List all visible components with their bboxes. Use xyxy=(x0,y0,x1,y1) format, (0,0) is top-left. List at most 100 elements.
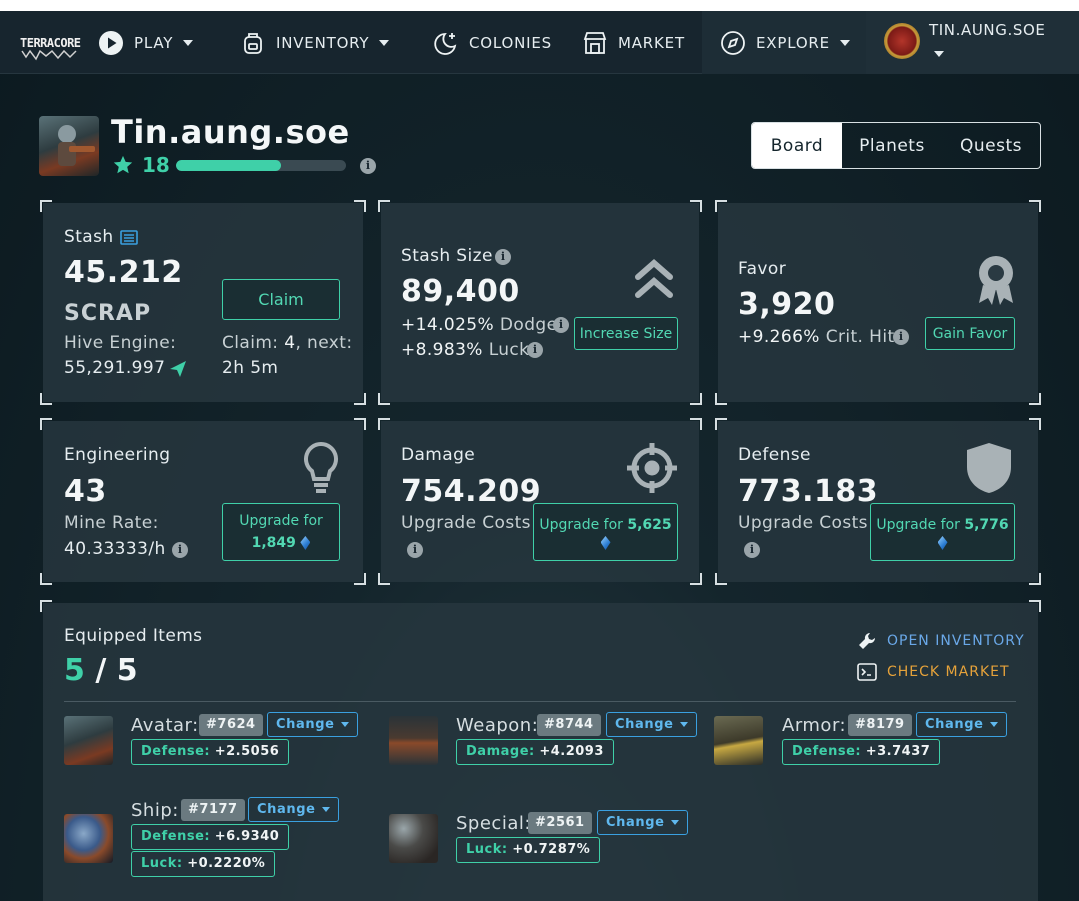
stash-unit: SCRAP xyxy=(64,301,152,326)
gain-favor-button[interactable]: Gain Favor xyxy=(925,317,1015,350)
user-avatar xyxy=(884,23,920,59)
double-chevron-up-icon xyxy=(635,259,673,298)
stat-badge: Defense: +6.9340 xyxy=(131,824,290,850)
info-icon[interactable]: i xyxy=(495,249,511,265)
terminal-icon xyxy=(857,663,877,681)
stat-value: +4.2093 xyxy=(539,744,604,759)
damage-cost-label: Upgrade Costs xyxy=(401,513,531,533)
upgrade-label: Upgrade for xyxy=(239,513,323,529)
defense-card: Defense 773.183 Upgrade Costs i Upgrade … xyxy=(715,418,1041,585)
avatar-thumbnail[interactable] xyxy=(64,716,113,765)
slot-name-special: Special: xyxy=(456,813,531,834)
engineering-title: Engineering xyxy=(64,445,171,465)
nav-inventory[interactable]: INVENTORY xyxy=(240,11,390,74)
info-icon[interactable]: i xyxy=(360,158,376,174)
info-icon[interactable]: i xyxy=(407,542,423,558)
luck-value: +8.983% xyxy=(401,340,483,360)
hive-engine-label: Hive Engine: xyxy=(64,333,177,353)
user-menu[interactable]: TIN.AUNG.SOE xyxy=(866,11,1079,74)
upgrade-defense-button[interactable]: Upgrade for 5,776 xyxy=(870,503,1015,561)
chevron-down-icon xyxy=(321,807,330,812)
change-ship-button[interactable]: Change xyxy=(248,797,339,822)
chevron-down-icon xyxy=(379,39,390,46)
stash-size-value: 89,400 xyxy=(401,274,520,309)
damage-title: Damage xyxy=(401,445,476,465)
info-icon[interactable]: i xyxy=(553,317,569,333)
item-id-badge: #8179 xyxy=(848,714,912,736)
chevron-down-icon xyxy=(989,722,998,727)
weapon-thumbnail[interactable] xyxy=(389,716,438,765)
chevron-down-icon xyxy=(679,722,688,727)
user-name: TIN.AUNG.SOE xyxy=(929,21,1046,39)
increase-size-button[interactable]: Increase Size xyxy=(574,317,678,350)
upgrade-engineering-button[interactable]: Upgrade for 1,849 xyxy=(222,503,340,561)
engineering-card: Engineering 43 Mine Rate: 40.33333/h i U… xyxy=(40,418,366,585)
tab-board[interactable]: Board xyxy=(752,123,842,168)
nav-explore[interactable]: EXPLORE xyxy=(702,11,866,74)
defense-title: Defense xyxy=(738,445,811,465)
change-avatar-button[interactable]: Change xyxy=(267,712,358,737)
check-market-link[interactable]: CHECK MARKET xyxy=(857,663,1010,681)
upgrade-label: Upgrade for xyxy=(539,517,623,533)
list-icon[interactable] xyxy=(120,230,138,245)
change-weapon-button[interactable]: Change xyxy=(606,712,697,737)
profile-name: Tin.aung.soe xyxy=(111,113,350,151)
crit-label: Crit. Hit xyxy=(825,327,895,347)
flux-gem-icon xyxy=(300,536,311,550)
stash-value: 45.212 xyxy=(64,255,183,290)
info-icon[interactable]: i xyxy=(744,542,760,558)
nav-colonies[interactable]: COLONIES xyxy=(431,11,552,74)
info-icon[interactable]: i xyxy=(893,329,909,345)
open-inventory-link[interactable]: OPEN INVENTORY xyxy=(857,631,1025,651)
upgrade-amount: 1,849 xyxy=(251,535,296,551)
special-thumbnail[interactable] xyxy=(389,814,438,863)
nav-play[interactable]: PLAY xyxy=(98,11,194,74)
nav-market[interactable]: MARKET xyxy=(582,11,685,74)
claim-info: Claim: 4, next: xyxy=(222,333,352,353)
stat-value: +3.7437 xyxy=(865,744,931,759)
equipped-title: Equipped Items xyxy=(64,626,203,646)
chevron-down-icon xyxy=(934,51,944,57)
stat-badge: Luck: +0.2220% xyxy=(131,851,276,877)
open-inventory-label: OPEN INVENTORY xyxy=(887,633,1025,649)
luck-label: Luck xyxy=(488,340,530,360)
upgrade-label: Upgrade for xyxy=(876,517,960,533)
tab-planets[interactable]: Planets xyxy=(842,123,942,168)
moon-stars-icon xyxy=(434,32,457,55)
change-special-button[interactable]: Change xyxy=(597,810,688,835)
equipped-divider xyxy=(64,701,1016,702)
ship-thumbnail[interactable] xyxy=(64,814,113,863)
dodge-value: +14.025% xyxy=(401,315,495,335)
info-icon[interactable]: i xyxy=(172,542,188,558)
chevron-down-icon xyxy=(183,39,194,46)
stash-size-card: Stash Size i 89,400 +14.025% Dodge i +8.… xyxy=(378,200,702,405)
flux-gem-icon xyxy=(937,536,948,550)
send-icon[interactable] xyxy=(169,360,187,378)
info-icon[interactable]: i xyxy=(527,342,543,358)
change-label: Change xyxy=(925,717,984,732)
change-armor-button[interactable]: Change xyxy=(916,712,1007,737)
claim-time: 2h 5m xyxy=(222,358,279,378)
claim-label: Claim: xyxy=(222,333,279,353)
svg-text:TERRACORE: TERRACORE xyxy=(20,36,81,50)
tab-quests[interactable]: Quests xyxy=(942,123,1040,168)
top-nav: TERRACORE PLAY INVENTORY COLONIES MARKET… xyxy=(0,11,1079,74)
stat-key: Luck: xyxy=(466,842,508,857)
change-label: Change xyxy=(257,802,316,817)
slot-name-avatar: Avatar: xyxy=(131,715,199,736)
armor-thumbnail[interactable] xyxy=(714,716,763,765)
crosshair-icon xyxy=(627,443,677,493)
item-id-badge: #7177 xyxy=(181,799,245,821)
terracore-logo[interactable]: TERRACORE xyxy=(18,23,82,61)
nav-play-label: PLAY xyxy=(134,33,174,52)
stash-size-title: Stash Size xyxy=(401,246,493,266)
favor-value: 3,920 xyxy=(738,287,836,322)
chevron-down-icon xyxy=(340,722,349,727)
chevron-down-icon xyxy=(670,820,679,825)
xp-progress-fill xyxy=(176,160,282,171)
stat-badge: Defense: +2.5056 xyxy=(131,739,290,765)
crit-value: +9.266% xyxy=(738,327,820,347)
claim-button[interactable]: Claim xyxy=(222,279,340,320)
upgrade-damage-button[interactable]: Upgrade for 5,625 xyxy=(533,503,678,561)
profile-avatar xyxy=(39,116,99,176)
